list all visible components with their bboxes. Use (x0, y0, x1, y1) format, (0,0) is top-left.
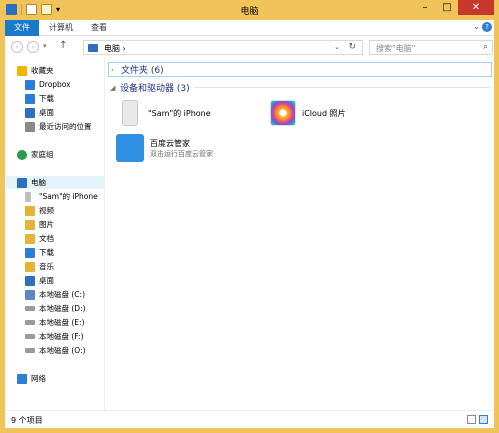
group-divider (194, 87, 490, 88)
address-row: ‹ › ▾ ↑ 电脑 › ⌄ ↻ 搜索"电脑" ⌕ (5, 37, 494, 57)
nav-item-homegroup[interactable]: 家庭组 (17, 148, 117, 161)
up-arrow-icon[interactable]: ↑ (59, 40, 67, 51)
status-bar: 9 个项目 (5, 410, 494, 428)
nav-label: 收藏夹 (31, 66, 54, 75)
group-folders-label: 文件夹 (6) (121, 66, 164, 76)
system-drive-icon (25, 289, 35, 300)
iphone-icon (25, 191, 31, 202)
videos-folder-icon (25, 205, 35, 216)
device-name: "Sam"的 iPhone (148, 108, 211, 118)
nav-label: 本地磁盘 (D:) (39, 304, 86, 313)
address-bar[interactable]: 电脑 › ⌄ ↻ (83, 40, 363, 55)
drive-icon (25, 334, 35, 339)
close-button[interactable]: ✕ (458, 0, 494, 15)
chevron-down-icon[interactable]: ◢ (110, 84, 120, 92)
explorer-window: ▾ 电脑 – □ ✕ 文件 计算机 查看 ⌄ ? ‹ › ▾ ↑ 电脑 › ⌄ … (0, 0, 499, 433)
nav-label: 文档 (39, 234, 54, 243)
minimize-button[interactable]: – (414, 0, 436, 15)
nav-label: 本地磁盘 (E:) (39, 318, 85, 327)
drive-icon (25, 320, 35, 325)
music-folder-icon (25, 261, 35, 272)
nav-label: 视频 (39, 206, 54, 215)
baidu-cloud-icon (116, 134, 144, 162)
nav-label: 本地磁盘 (F:) (39, 332, 84, 341)
address-dropdown-icon[interactable]: ⌄ (334, 43, 340, 51)
iphone-device-icon (122, 100, 138, 126)
nav-label: 音乐 (39, 262, 54, 271)
device-iphone[interactable]: "Sam"的 iPhone (122, 100, 211, 126)
group-folders[interactable]: › 文件夹 (6) (108, 62, 492, 77)
ribbon: 文件 计算机 查看 ⌄ ? (5, 20, 494, 36)
nav-item-network[interactable]: 网络 (17, 372, 117, 385)
forward-button[interactable]: › (27, 41, 39, 53)
nav-label: 家庭组 (31, 150, 54, 159)
back-button[interactable]: ‹ (11, 41, 23, 53)
chevron-right-icon[interactable]: › (111, 66, 121, 74)
group-devices-label: 设备和驱动器 (3) (120, 84, 190, 94)
tab-computer[interactable]: 计算机 (43, 20, 79, 36)
content-pane: › 文件夹 (6) ◢ 设备和驱动器 (3) "Sam"的 iPhone iCl… (106, 58, 494, 410)
nav-label: 网络 (31, 374, 46, 383)
device-icloud-photos[interactable]: iCloud 照片 (270, 100, 346, 126)
nav-label: "Sam"的 iPhone (39, 192, 98, 201)
title-bar: ▾ 电脑 – □ ✕ (0, 0, 499, 20)
search-box[interactable]: 搜索"电脑" ⌕ (369, 40, 493, 55)
item-count: 9 个项目 (11, 416, 43, 425)
computer-icon (88, 44, 98, 52)
tab-view[interactable]: 查看 (85, 20, 113, 36)
drive-icon (25, 348, 35, 353)
nav-label: 图片 (39, 220, 54, 229)
desktop-icon (25, 107, 35, 118)
device-name: 百度云管家 (150, 138, 190, 148)
tab-file[interactable]: 文件 (5, 20, 39, 36)
nav-item-this-pc[interactable]: 电脑 (5, 176, 105, 189)
address-path: 电脑 › (104, 44, 126, 53)
nav-label: 最近访问的位置 (39, 122, 92, 131)
nav-label: Dropbox (39, 80, 71, 89)
network-icon (17, 373, 27, 384)
nav-item-favorites[interactable]: 收藏夹 (17, 64, 117, 77)
window-controls: – □ ✕ (414, 0, 494, 15)
search-icon[interactable]: ⌕ (483, 42, 488, 52)
downloads-folder-icon (25, 247, 35, 258)
recent-places-icon (25, 121, 35, 132)
details-view-icon[interactable] (467, 415, 476, 424)
drive-icon (25, 306, 35, 311)
download-folder-icon (25, 93, 35, 104)
nav-label: 桌面 (39, 276, 54, 285)
group-devices[interactable]: ◢ 设备和驱动器 (3) (110, 80, 490, 95)
dropbox-icon (25, 79, 35, 90)
recent-locations-icon[interactable]: ▾ (43, 42, 47, 50)
computer-icon (17, 177, 27, 188)
device-name: iCloud 照片 (302, 108, 346, 118)
nav-label: 电脑 (31, 178, 46, 187)
pictures-folder-icon (25, 219, 35, 230)
documents-folder-icon (25, 233, 35, 244)
expand-ribbon-icon[interactable]: ⌄ (473, 22, 480, 31)
navigation-pane: 收藏夹 Dropbox 下载 桌面 最近访问的位置 家庭组 电脑 "Sam"的 … (5, 58, 105, 410)
help-icon[interactable]: ? (482, 22, 492, 32)
device-subtitle: 双击运行百度云管家 (150, 149, 213, 158)
desktop-folder-icon (25, 275, 35, 286)
nav-label: 下载 (39, 94, 54, 103)
refresh-icon[interactable]: ↻ (348, 42, 356, 52)
nav-label: 本地磁盘 (C:) (39, 290, 85, 299)
large-icons-view-icon[interactable] (479, 415, 488, 424)
view-switcher (467, 415, 488, 424)
nav-label: 桌面 (39, 108, 54, 117)
nav-label: 下载 (39, 248, 54, 257)
homegroup-icon (17, 149, 27, 160)
star-icon (17, 65, 27, 76)
maximize-button[interactable]: □ (436, 0, 458, 15)
search-placeholder: 搜索"电脑" (376, 44, 416, 53)
nav-label: 本地磁盘 (O:) (39, 346, 86, 355)
device-baidu-cloud[interactable]: 百度云管家 双击运行百度云管家 (116, 134, 213, 162)
icloud-photos-icon (270, 100, 296, 126)
